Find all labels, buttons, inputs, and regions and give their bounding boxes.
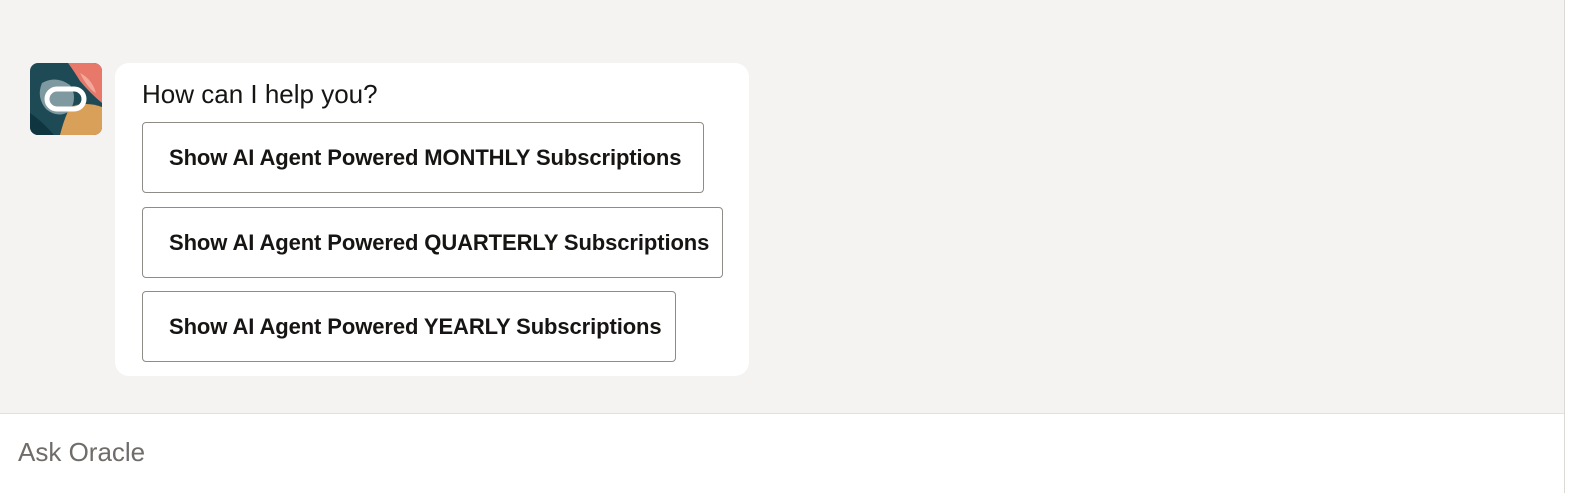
yearly-subscriptions-button[interactable]: Show AI Agent Powered YEARLY Subscriptio… <box>142 291 676 362</box>
bot-avatar <box>30 63 102 135</box>
ask-oracle-input[interactable] <box>18 432 1518 472</box>
greeting-text: How can I help you? <box>142 79 378 109</box>
quarterly-subscriptions-button[interactable]: Show AI Agent Powered QUARTERLY Subscrip… <box>142 207 723 278</box>
bot-message-bubble: How can I help you? Show AI Agent Powere… <box>115 63 749 376</box>
message-composer <box>0 413 1564 493</box>
conversation-area: How can I help you? Show AI Agent Powere… <box>0 0 1564 413</box>
monthly-subscriptions-button[interactable]: Show AI Agent Powered MONTHLY Subscripti… <box>142 122 704 193</box>
window-edge <box>1564 0 1593 493</box>
chat-window: How can I help you? Show AI Agent Powere… <box>0 0 1593 493</box>
oracle-logo-icon <box>30 63 102 135</box>
